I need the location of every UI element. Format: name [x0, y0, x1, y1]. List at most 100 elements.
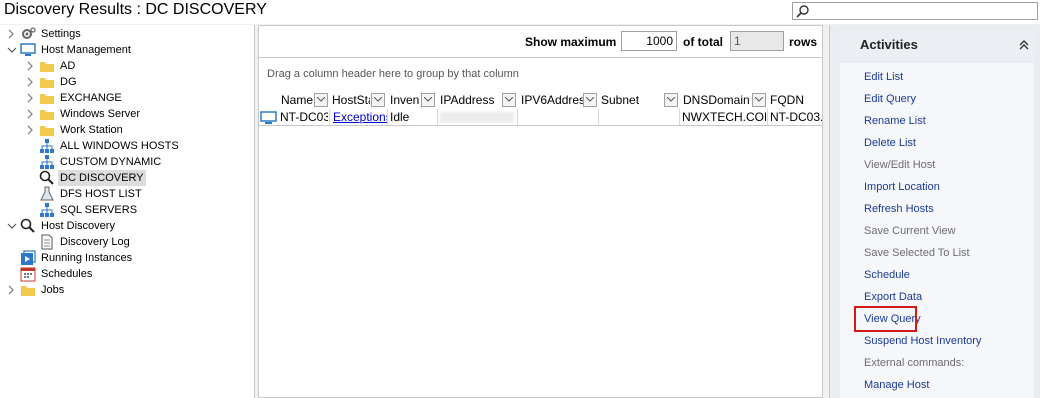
cell-ip-address: [440, 109, 514, 125]
chevron-right-icon[interactable]: [25, 58, 37, 74]
activity-save-selected-to-list: Save Selected To List: [864, 247, 970, 259]
grid-toolbar: Show maximum 1000 of total 1 rows: [259, 26, 822, 58]
tree-item-jobs[interactable]: Jobs: [6, 282, 246, 298]
cell-divider: [517, 109, 518, 125]
tree-item-label: Host Discovery: [41, 220, 115, 232]
activities-title: Activities: [860, 37, 918, 52]
monitor-icon: [20, 42, 36, 58]
cell-divider: [437, 109, 438, 125]
filter-dropdown-icon[interactable]: [314, 93, 328, 107]
search-input[interactable]: [792, 2, 1038, 20]
activity-save-current-view: Save Current View: [864, 225, 956, 237]
navigation-tree: Settings Host Management AD DG EXCHANGE …: [0, 25, 255, 398]
tree-item-work-station[interactable]: Work Station: [25, 122, 245, 138]
cell-divider: [679, 109, 680, 125]
folder-icon: [39, 74, 55, 90]
tree-item-sql-servers[interactable]: SQL SERVERS: [25, 202, 245, 218]
tree-item-label: Host Management: [41, 44, 131, 56]
chevron-right-icon[interactable]: [25, 74, 37, 90]
magnifier-icon: [39, 170, 55, 186]
chevron-right-icon[interactable]: [6, 26, 18, 42]
folder-icon: [20, 282, 36, 298]
tree-item-discovery-log[interactable]: Discovery Log: [25, 234, 245, 250]
filter-dropdown-icon[interactable]: [752, 93, 766, 107]
tree-item-running-instances[interactable]: Running Instances: [6, 250, 246, 266]
chevron-right-icon[interactable]: [25, 122, 37, 138]
activity-edit-list[interactable]: Edit List: [864, 69, 903, 85]
activity-export-data[interactable]: Export Data: [864, 289, 922, 305]
activity-manage-host[interactable]: Manage Host: [864, 377, 929, 393]
folder-icon: [39, 122, 55, 138]
show-maximum-input[interactable]: 1000: [621, 31, 677, 51]
chevron-right-icon[interactable]: [25, 90, 37, 106]
tree-item-dfs-host-list[interactable]: DFS HOST LIST: [25, 186, 245, 202]
tree-item-exchange[interactable]: EXCHANGE: [25, 90, 245, 106]
chevron-down-icon[interactable]: [6, 42, 18, 58]
cell-name: NT-DC03: [280, 110, 328, 124]
activity-schedule[interactable]: Schedule: [864, 267, 910, 283]
activities-header: Activities: [840, 31, 1034, 61]
gear-icon: [20, 26, 36, 42]
tree-item-settings[interactable]: Settings: [6, 26, 246, 42]
filter-dropdown-icon[interactable]: [583, 93, 597, 107]
cell-ipv6-address: [521, 109, 596, 125]
filter-dropdown-icon[interactable]: [502, 93, 516, 107]
network-icon: [39, 202, 55, 218]
total-rows-field: 1: [730, 31, 784, 51]
chevron-down-icon[interactable]: [6, 218, 18, 234]
activity-delete-list[interactable]: Delete List: [864, 135, 916, 151]
running-icon: [20, 250, 36, 266]
filter-dropdown-icon[interactable]: [421, 93, 435, 107]
tree-item-label: CUSTOM DYNAMIC: [60, 156, 162, 168]
chevron-right-icon[interactable]: [6, 282, 18, 298]
activity-refresh-hosts[interactable]: Refresh Hosts: [864, 201, 934, 217]
column-header-fqdn[interactable]: FQDN: [770, 92, 810, 108]
tree-item-label: Schedules: [41, 268, 93, 280]
activity-suspend-host-inventory[interactable]: Suspend Host Inventory: [864, 333, 981, 349]
computer-icon: [260, 111, 278, 125]
network-icon: [39, 154, 55, 170]
show-maximum-label: Show maximum: [525, 35, 617, 49]
column-header-dns-domain[interactable]: DNSDomain: [683, 92, 751, 108]
column-header-name[interactable]: Name: [281, 92, 313, 108]
filter-dropdown-icon[interactable]: [664, 93, 678, 107]
rows-label: rows: [789, 35, 818, 49]
window-title: Discovery Results : DC DISCOVERY: [4, 1, 267, 18]
title-bar: Discovery Results : DC DISCOVERY: [0, 0, 1040, 24]
tree-item-label: DG: [60, 76, 77, 88]
activity-edit-query[interactable]: Edit Query: [864, 91, 916, 107]
external-commands-label: External commands:: [864, 357, 965, 369]
collapse-icon[interactable]: [1018, 39, 1030, 51]
tree-item-schedules[interactable]: Schedules: [6, 266, 246, 282]
tree-item-host-management[interactable]: Host Management: [6, 42, 246, 58]
tree-item-ad[interactable]: AD: [25, 58, 245, 74]
tree-item-dc-discovery[interactable]: DC DISCOVERY: [25, 170, 245, 186]
host-status-link[interactable]: Exceptions: [333, 109, 387, 125]
activity-import-location[interactable]: Import Location: [864, 179, 940, 195]
column-header-subnet[interactable]: Subnet: [601, 92, 661, 108]
column-header-host-status[interactable]: HostSta: [332, 92, 370, 108]
tree-item-label: AD: [60, 60, 76, 72]
tree-item-windows-server[interactable]: Windows Server: [25, 106, 245, 122]
view-query-highlight: [854, 306, 917, 332]
chevron-right-icon[interactable]: [25, 106, 37, 122]
column-header-inventory[interactable]: Inven: [390, 92, 420, 108]
folder-icon: [39, 106, 55, 122]
tree-item-label: DFS HOST LIST: [60, 188, 142, 200]
activities-panel: Activities Edit List Edit Query Rename L…: [829, 25, 1040, 398]
cell-divider: [387, 109, 388, 125]
tree-item-custom-dynamic[interactable]: CUSTOM DYNAMIC: [25, 154, 245, 170]
activity-rename-list[interactable]: Rename List: [864, 113, 926, 129]
group-by-hint: Drag a column header here to group by th…: [267, 68, 519, 80]
tree-item-host-discovery[interactable]: Host Discovery: [6, 218, 246, 234]
tree-item-label: Jobs: [41, 284, 65, 296]
tree-item-dg[interactable]: DG: [25, 74, 245, 90]
tree-item-all-windows-hosts[interactable]: ALL WINDOWS HOSTS: [25, 138, 245, 154]
folder-icon: [39, 90, 55, 106]
magnifier-icon: [20, 218, 36, 234]
column-header-ipv6-address[interactable]: IPV6Address: [521, 92, 583, 108]
cell-fqdn: NT-DC03.N: [770, 110, 822, 124]
column-header-ip-address[interactable]: IPAddress: [440, 92, 500, 108]
tree-item-label: Discovery Log: [60, 236, 130, 248]
filter-dropdown-icon[interactable]: [371, 93, 385, 107]
